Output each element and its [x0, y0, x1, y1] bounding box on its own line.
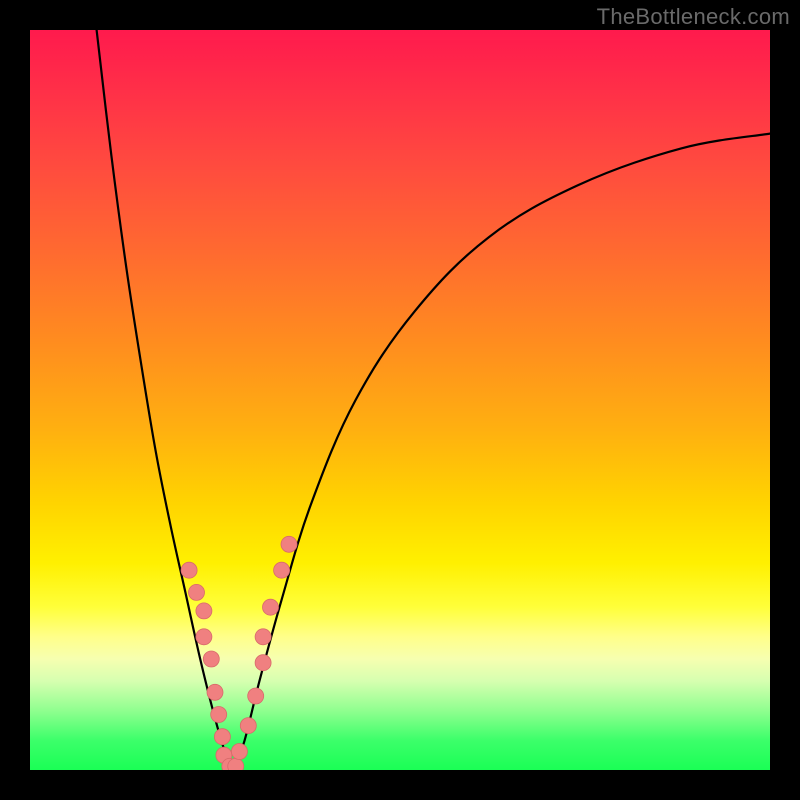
chart-frame: TheBottleneck.com [0, 0, 800, 800]
highlight-dot [211, 707, 227, 723]
curve-svg [30, 30, 770, 770]
highlight-dot [240, 718, 256, 734]
curve-right-branch [234, 134, 771, 770]
highlight-dot [263, 599, 279, 615]
highlight-dot [281, 536, 297, 552]
highlight-dot [274, 562, 290, 578]
highlight-dot [255, 629, 271, 645]
watermark-text: TheBottleneck.com [597, 4, 790, 30]
highlight-dot [181, 562, 197, 578]
highlight-dot [207, 684, 223, 700]
highlight-dot [196, 603, 212, 619]
plot-area [30, 30, 770, 770]
highlight-dot [255, 655, 271, 671]
highlight-dot [196, 629, 212, 645]
highlight-dot [203, 651, 219, 667]
highlight-dot [248, 688, 264, 704]
highlight-dot [214, 729, 230, 745]
highlight-dot [228, 758, 244, 770]
highlight-dot [189, 584, 205, 600]
highlight-dot [231, 744, 247, 760]
